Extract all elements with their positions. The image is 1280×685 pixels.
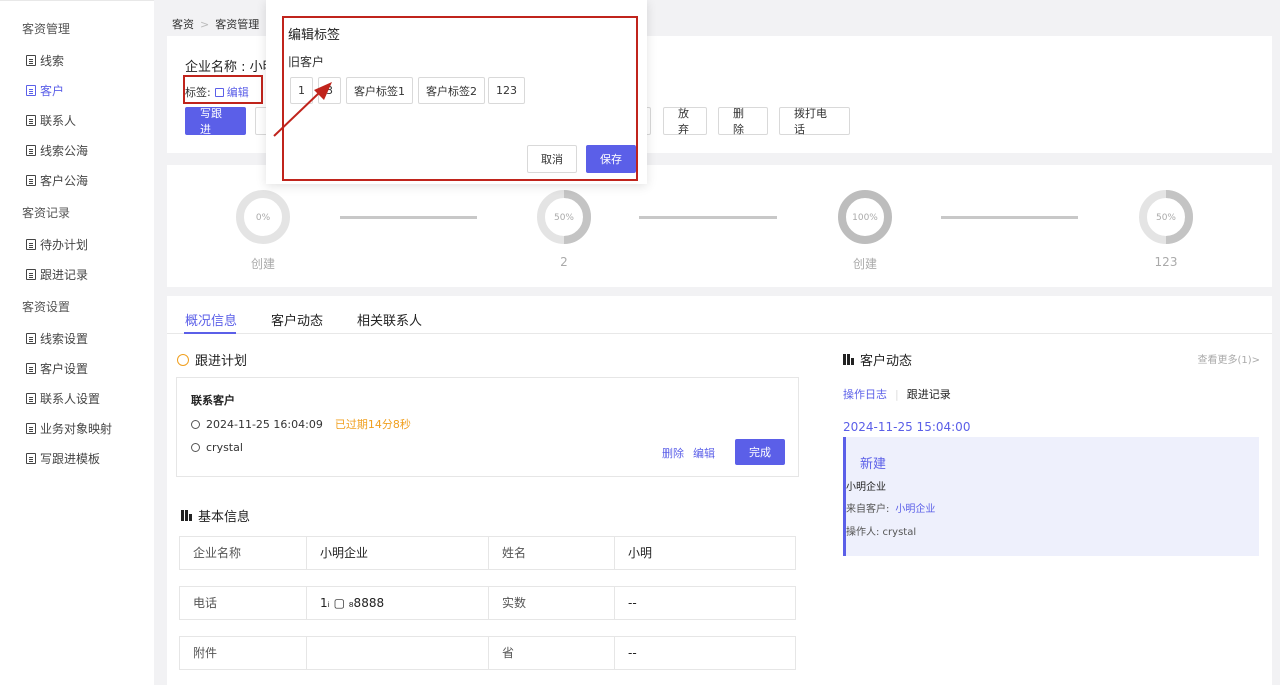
sidebar-item-customer-pool[interactable]: 客户公海 <box>26 172 88 189</box>
sidebar-group-title: 客资管理 <box>22 22 71 36</box>
field-value: 1ᵢ ▢ ₈8888 <box>307 587 489 619</box>
progress-step-4-label: 123 <box>1154 255 1178 269</box>
plan-item-title: 联系客户 <box>191 394 235 407</box>
plan-item-time: 2024-11-25 16:04:09 已过期14分8秒 <box>191 416 411 432</box>
operation-log-tab[interactable]: 操作日志 <box>843 386 887 402</box>
info-row: 企业名称 小明企业 姓名 小明 <box>179 536 796 570</box>
activity-subtabs: 操作日志 | 跟进记录 <box>843 386 951 402</box>
document-icon <box>26 85 36 96</box>
sidebar-group-title: 客资记录 <box>22 206 71 220</box>
breadcrumb-item[interactable]: 客资 <box>172 16 194 32</box>
field-value: -- <box>628 646 637 660</box>
progress-ring-3-text: 100% <box>852 213 878 223</box>
sidebar-item-lead-pool[interactable]: 线索公海 <box>26 142 88 159</box>
field-value <box>307 637 489 669</box>
document-icon <box>26 55 36 66</box>
progress-ring-4-text: 50% <box>1155 213 1176 223</box>
progress-connector <box>941 216 1078 219</box>
detail-tabs: 概况信息 客户动态 相关联系人 <box>167 296 1272 334</box>
follow-plan-title: 跟进计划 <box>177 350 247 369</box>
annotation-arrow-icon <box>273 82 332 137</box>
delete-button[interactable]: 删除 <box>718 107 768 136</box>
field-label: 企业名称 <box>180 537 307 569</box>
field-value: 小明 <box>628 546 653 560</box>
abandon-button[interactable]: 放弃 <box>663 107 707 136</box>
subtab-divider: | <box>895 387 899 401</box>
progress-step-1-label: 创建 <box>250 257 275 271</box>
document-icon <box>26 269 36 280</box>
active-tab-indicator <box>184 332 236 334</box>
clock-icon <box>191 419 200 429</box>
document-icon <box>26 145 36 156</box>
field-label: 电话 <box>180 587 307 619</box>
sidebar-item-customer-settings[interactable]: 客户设置 <box>26 360 88 377</box>
plan-edit-link[interactable]: 编辑 <box>693 445 715 461</box>
tab-related-contacts[interactable]: 相关联系人 <box>357 310 422 329</box>
call-button[interactable]: 拨打电话 <box>779 107 850 136</box>
field-value: 小明企业 <box>307 537 489 569</box>
tab-overview[interactable]: 概况信息 <box>185 310 237 329</box>
follow-plan-item: 联系客户 2024-11-25 16:04:09 已过期14分8秒 crysta… <box>176 377 799 477</box>
source-customer-link[interactable]: 小明企业 <box>895 500 935 515</box>
overdue-badge: 已过期14分8秒 <box>334 418 411 431</box>
sidebar-item-todo-plans[interactable]: 待办计划 <box>26 236 88 253</box>
sidebar-item-contact-settings[interactable]: 联系人设置 <box>26 390 100 407</box>
company-name-label: 企业名称 : 小明 <box>185 60 276 75</box>
document-icon <box>26 115 36 126</box>
activity-card-company: 小明企业 <box>846 482 886 493</box>
sidebar-item-lead-settings[interactable]: 线索设置 <box>26 330 88 347</box>
document-icon <box>26 239 36 250</box>
follow-records-tab[interactable]: 跟进记录 <box>907 386 951 402</box>
basic-info-title: 基本信息 <box>181 506 250 525</box>
sidebar-item-customers[interactable]: 客户 <box>26 82 64 99</box>
highlight-box <box>183 75 263 104</box>
sidebar-group-title: 客资设置 <box>22 300 71 314</box>
activity-card: 新建 小明企业 来自客户: 小明企业 操作人: crystal <box>843 437 1259 556</box>
plan-done-button[interactable]: 完成 <box>735 439 785 465</box>
sidebar: 客资管理 线索 客户 联系人 线索公海 客户公海 客资记录 待办计划 跟进记录 … <box>0 0 154 685</box>
sidebar-item-contacts[interactable]: 联系人 <box>26 112 76 129</box>
tab-customer-activity[interactable]: 客户动态 <box>271 310 323 329</box>
sidebar-item-follow-records[interactable]: 跟进记录 <box>26 266 88 283</box>
progress-step-3-label: 创建 <box>852 257 877 271</box>
bar-chart-icon <box>181 510 192 521</box>
document-icon <box>26 175 36 186</box>
breadcrumb-separator-icon: > <box>200 17 210 31</box>
progress-step-2-label: 2 <box>560 255 568 269</box>
breadcrumb-item[interactable]: 客资管理 <box>215 16 259 32</box>
user-icon <box>191 443 200 452</box>
progress-ring-2-text: 50% <box>553 213 574 223</box>
breadcrumb: 客资 > 客资管理 <box>172 16 259 32</box>
field-label: 实数 <box>489 587 615 619</box>
sidebar-item-object-mapping[interactable]: 业务对象映射 <box>26 420 112 437</box>
plan-delete-link[interactable]: 删除 <box>662 445 684 461</box>
activity-card-operator: 操作人: crystal <box>846 527 917 538</box>
alarm-clock-icon <box>177 353 189 366</box>
sidebar-item-leads[interactable]: 线索 <box>26 52 64 69</box>
info-row: 电话 1ᵢ ▢ ₈8888 实数 -- <box>179 586 796 620</box>
progress-connector <box>639 216 777 219</box>
sidebar-item-follow-template[interactable]: 写跟进模板 <box>26 450 100 467</box>
plan-item-user: crystal <box>191 441 243 454</box>
detail-card: 概况信息 客户动态 相关联系人 跟进计划 联系客户 2024-11-25 16:… <box>167 296 1272 685</box>
document-icon <box>26 393 36 404</box>
customer-activity-title: 客户动态 <box>843 350 912 369</box>
document-icon <box>26 423 36 434</box>
activity-date: 2024-11-25 15:04:00 <box>843 420 971 434</box>
progress-ring-1-text: 0% <box>255 213 271 223</box>
field-label: 姓名 <box>489 537 615 569</box>
document-icon <box>26 453 36 464</box>
activity-card-title: 新建 <box>860 457 887 472</box>
bar-chart-icon <box>843 354 854 365</box>
field-value: -- <box>628 596 637 610</box>
view-more-link[interactable]: 查看更多(1)> <box>1197 351 1260 366</box>
activity-card-source: 来自客户: 小明企业 <box>846 500 935 515</box>
write-follow-button[interactable]: 写跟进 <box>185 107 246 136</box>
info-row: 附件 省 -- <box>179 636 796 670</box>
progress-connector <box>340 216 477 219</box>
document-icon <box>26 333 36 344</box>
field-label: 附件 <box>180 637 307 669</box>
document-icon <box>26 363 36 374</box>
field-label: 省 <box>489 637 615 669</box>
